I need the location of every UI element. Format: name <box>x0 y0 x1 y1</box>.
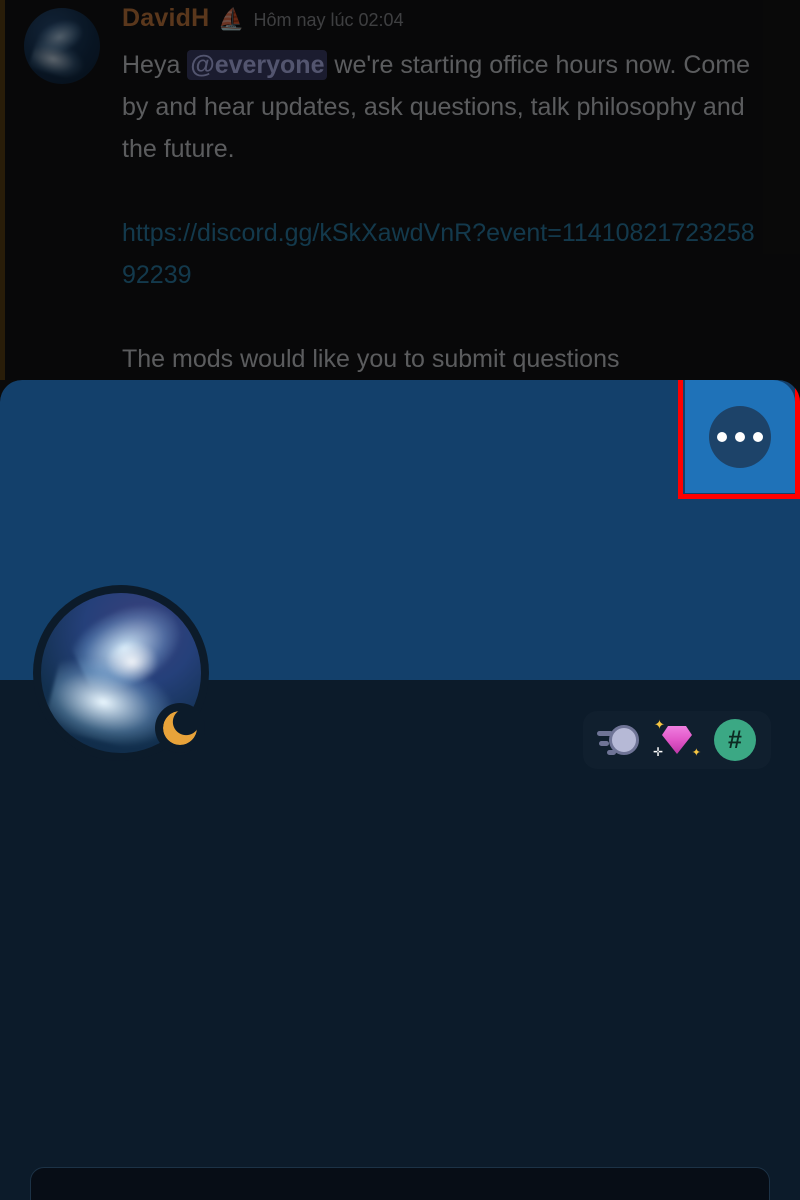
everyone-mention[interactable]: @everyone <box>187 50 328 80</box>
sailboat-icon: ⛵ <box>218 8 245 31</box>
user-profile-sheet: ✦ ✦ ✛ # DavidH davidh Tin nhắn <box>0 380 800 1200</box>
status-badge <box>155 703 205 753</box>
dot-3 <box>753 431 763 442</box>
mention-highlight-bar <box>0 0 5 380</box>
dot-2 <box>735 431 745 442</box>
hash-icon: # <box>714 719 756 761</box>
invite-link[interactable]: https://discord.gg/kSkXawdVnR?event=1141… <box>122 212 762 296</box>
comet-head <box>609 725 639 755</box>
message-text-pre: Heya <box>122 51 188 79</box>
message-body: Heya @everyone we're starting office hou… <box>122 44 762 380</box>
message-text-line3: The mods would like you to submit questi… <box>122 345 620 373</box>
sparkle-1: ✦ <box>654 717 665 732</box>
idle-moon-icon <box>163 711 197 745</box>
comet-trail-2 <box>599 741 609 746</box>
gem-shape <box>662 726 692 754</box>
dot-1 <box>717 431 727 442</box>
profile-avatar[interactable] <box>33 585 209 761</box>
message-author-name[interactable]: DavidH <box>122 4 209 33</box>
profile-card: DavidH davidh Tin nhắn <box>30 1167 770 1200</box>
sparkle-3: ✛ <box>653 745 664 759</box>
more-options-button[interactable] <box>685 380 795 493</box>
comet-badge[interactable] <box>597 718 641 762</box>
chat-background: DavidH ⛵ Hôm nay lúc 02:04 Heya @everyon… <box>0 0 800 380</box>
more-options-icon <box>709 405 771 468</box>
avatar-art-cloud-3 <box>105 641 160 683</box>
message-timestamp: Hôm nay lúc 02:04 <box>253 10 404 30</box>
message-author-avatar[interactable] <box>24 8 100 84</box>
hash-badge[interactable]: # <box>713 718 757 762</box>
profile-badges: ✦ ✦ ✛ # <box>583 711 771 769</box>
gem-badge[interactable]: ✦ ✦ ✛ <box>653 717 701 762</box>
paragraph-spacer-2 <box>122 296 762 338</box>
screen: DavidH ⛵ Hôm nay lúc 02:04 Heya @everyon… <box>0 0 800 1200</box>
sparkle-2: ✦ <box>691 747 701 759</box>
message-header: DavidH ⛵ Hôm nay lúc 02:04 <box>122 4 404 33</box>
